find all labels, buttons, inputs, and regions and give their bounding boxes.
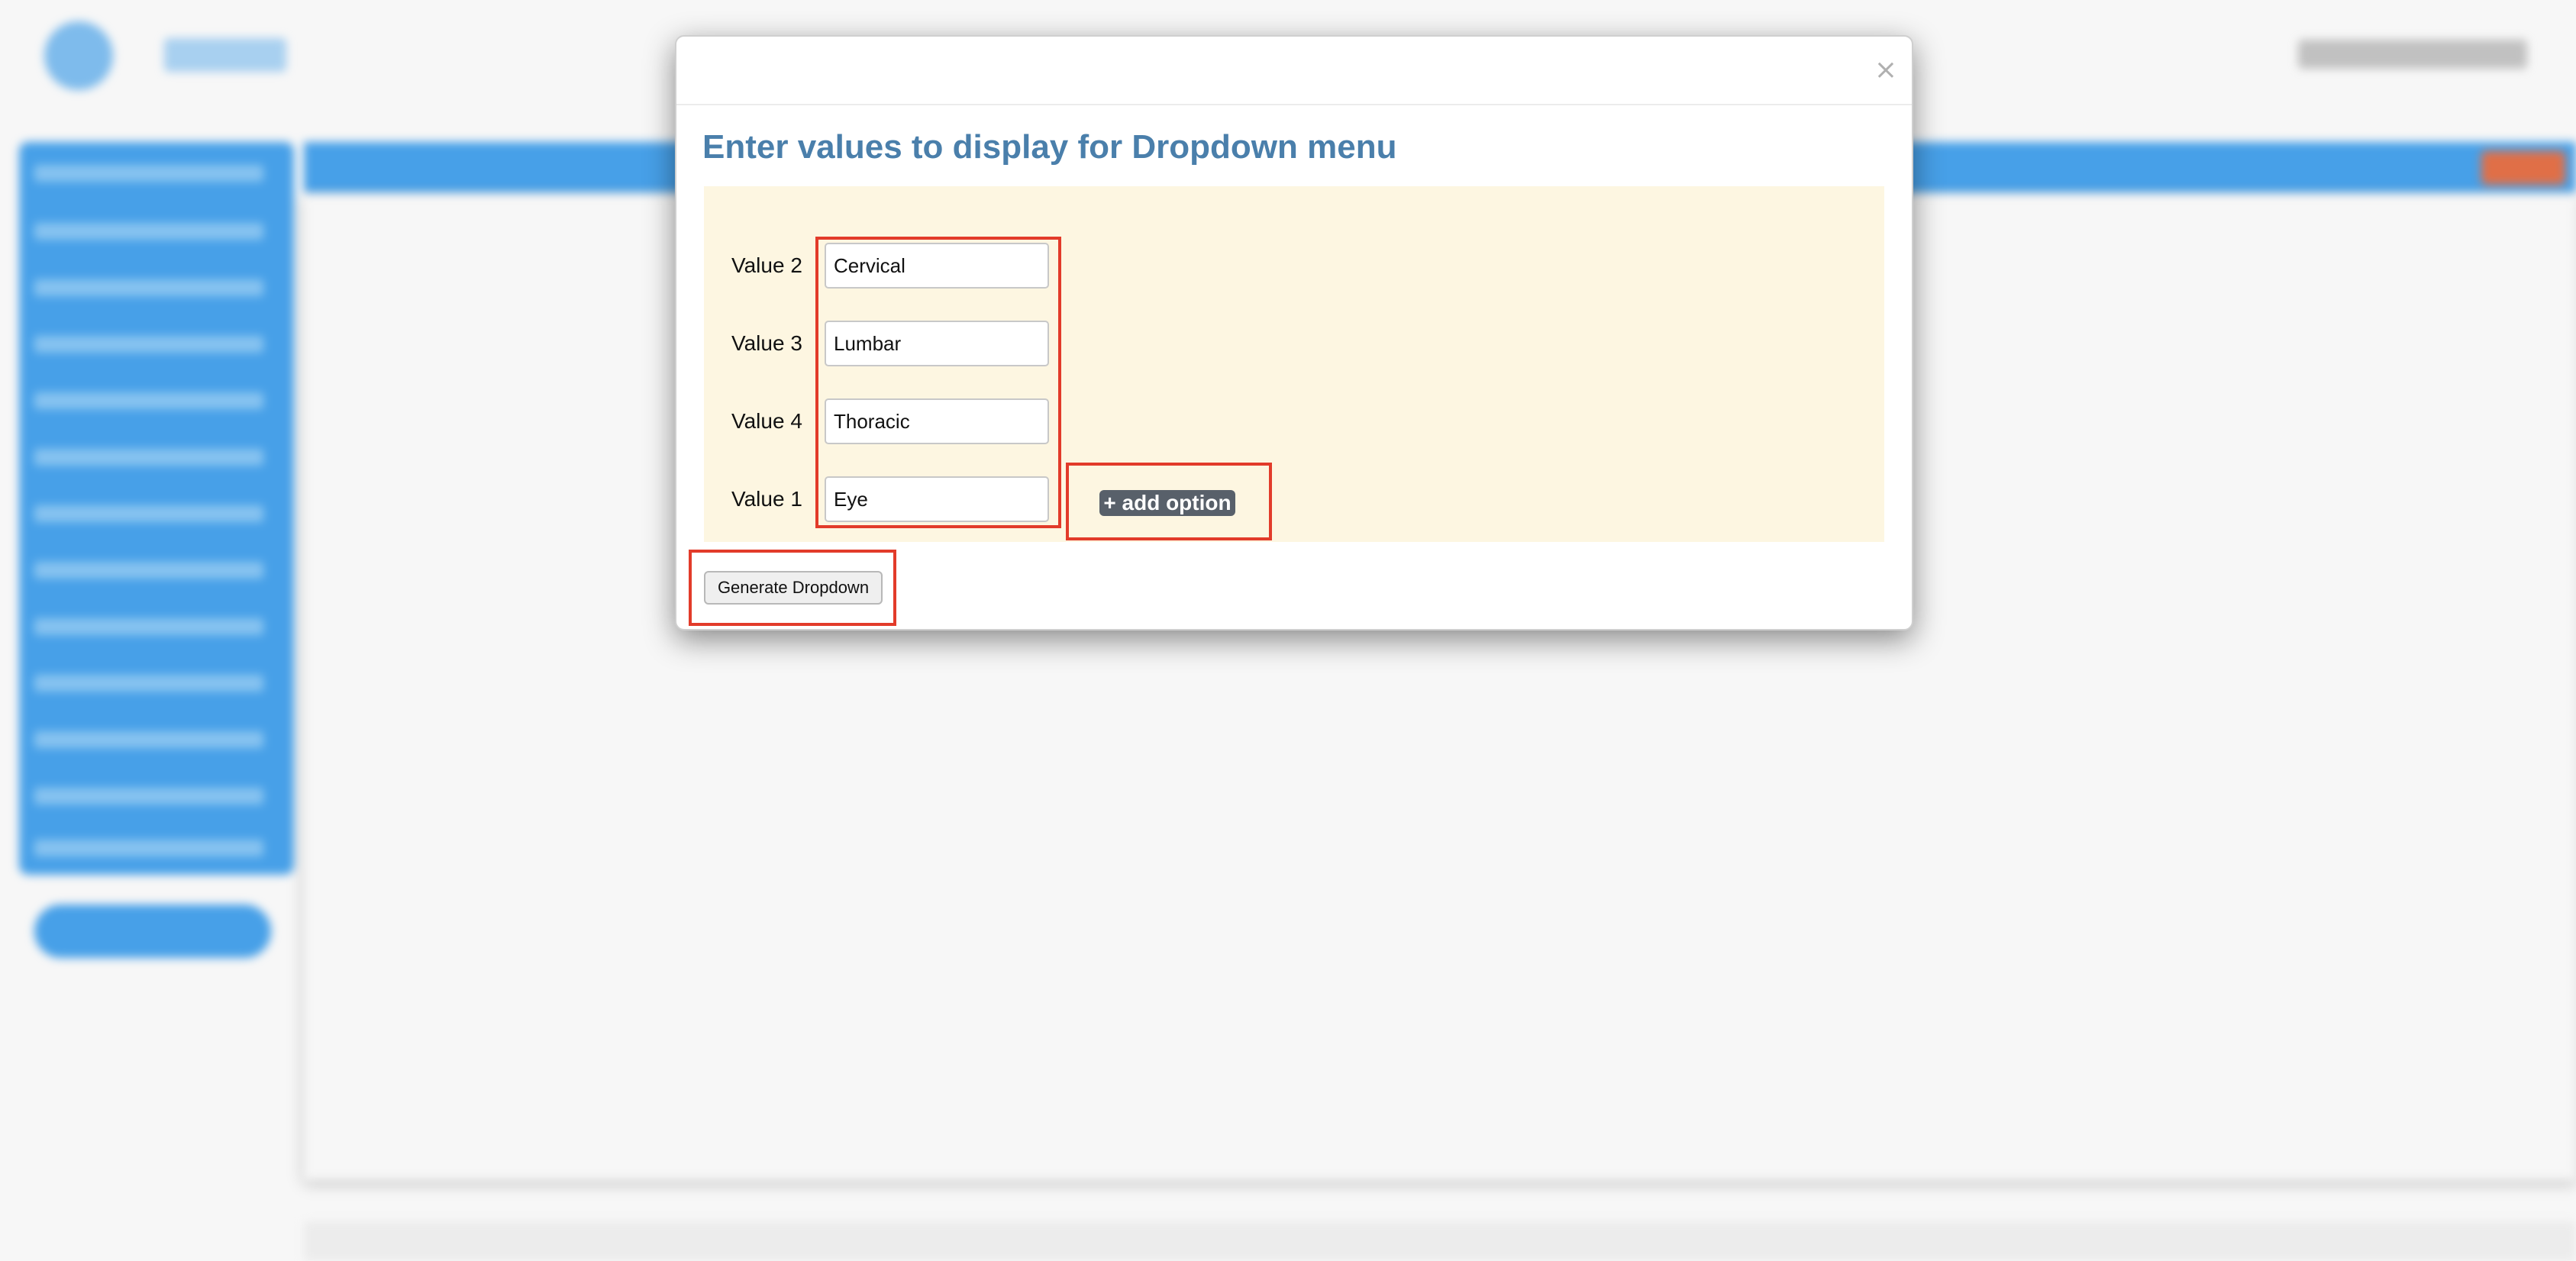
value-input[interactable] [825,243,1049,289]
dropdown-values-dialog: × Enter values to display for Dropdown m… [675,35,1913,630]
close-icon[interactable]: × [1872,52,1900,89]
value-input[interactable] [825,321,1049,366]
dialog-header: × [676,37,1912,105]
value-label: Value 4 [731,409,802,433]
value-label: Value 2 [731,253,802,277]
value-label: Value 3 [731,331,802,355]
values-panel: Value 2 Value 3 Value 4 Value 1 + add op… [704,186,1884,542]
add-option-button[interactable]: + add option [1099,490,1235,516]
value-input[interactable] [825,398,1049,444]
value-label: Value 1 [731,487,802,511]
dialog-title: Enter values to display for Dropdown men… [702,128,1397,166]
value-input[interactable] [825,476,1049,522]
generate-dropdown-button[interactable]: Generate Dropdown [704,571,883,605]
